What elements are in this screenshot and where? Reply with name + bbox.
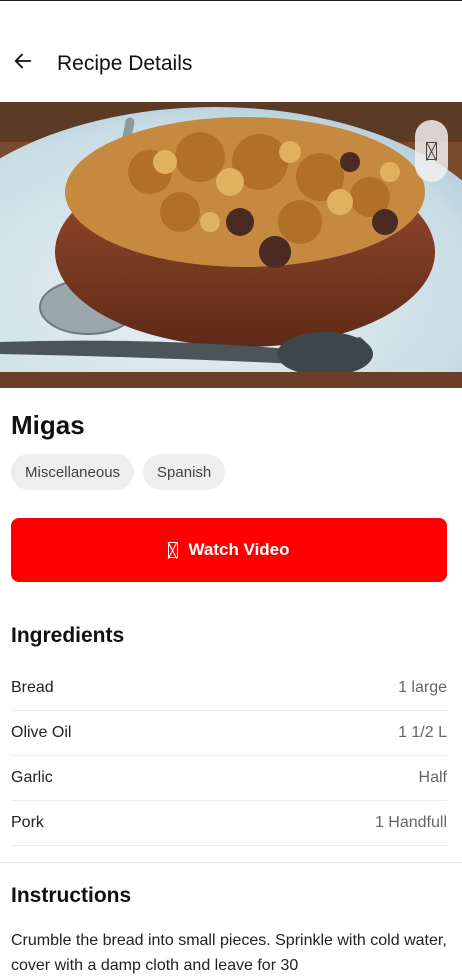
ingredient-row: Olive Oil 1 1/2 L (11, 711, 447, 756)
instructions-text: Crumble the bread into small pieces. Spr… (11, 932, 447, 974)
page-title: Recipe Details (57, 52, 193, 75)
recipe-image (0, 102, 462, 388)
recipe-name: Migas (11, 410, 85, 440)
favorite-button[interactable] (415, 120, 448, 182)
ingredients-list: Bread 1 large Olive Oil 1 1/2 L Garlic H… (11, 666, 447, 846)
food-photo (0, 102, 462, 388)
status-bar-divider (0, 0, 462, 1)
section-divider (0, 862, 462, 863)
ingredients-heading: Ingredients (11, 624, 125, 647)
watch-video-button[interactable]: Watch Video (11, 518, 447, 582)
missing-glyph-icon (168, 542, 179, 558)
ingredient-row: Pork 1 Handfull (11, 801, 447, 846)
arrow-left-icon (14, 53, 32, 69)
ingredient-name: Olive Oil (11, 724, 72, 741)
ingredient-qty: 1 1/2 L (398, 724, 447, 741)
ingredient-qty: Half (418, 769, 447, 786)
app-bar: Recipe Details (0, 40, 462, 92)
watch-video-label: Watch Video (188, 540, 290, 559)
ingredient-qty: 1 Handfull (374, 814, 447, 831)
missing-glyph-icon (426, 142, 437, 160)
tag-chip-category[interactable]: Miscellaneous (11, 454, 135, 490)
ingredient-name: Bread (11, 679, 54, 696)
tag-list: Miscellaneous Spanish (11, 454, 226, 490)
ingredient-name: Pork (11, 814, 44, 831)
ingredient-qty: 1 large (398, 679, 447, 696)
tag-chip-area[interactable]: Spanish (143, 454, 226, 490)
ingredient-name: Garlic (11, 769, 53, 786)
instructions-heading: Instructions (11, 884, 132, 907)
ingredient-row: Bread 1 large (11, 666, 447, 711)
back-button[interactable] (6, 44, 40, 78)
ingredient-row: Garlic Half (11, 756, 447, 801)
